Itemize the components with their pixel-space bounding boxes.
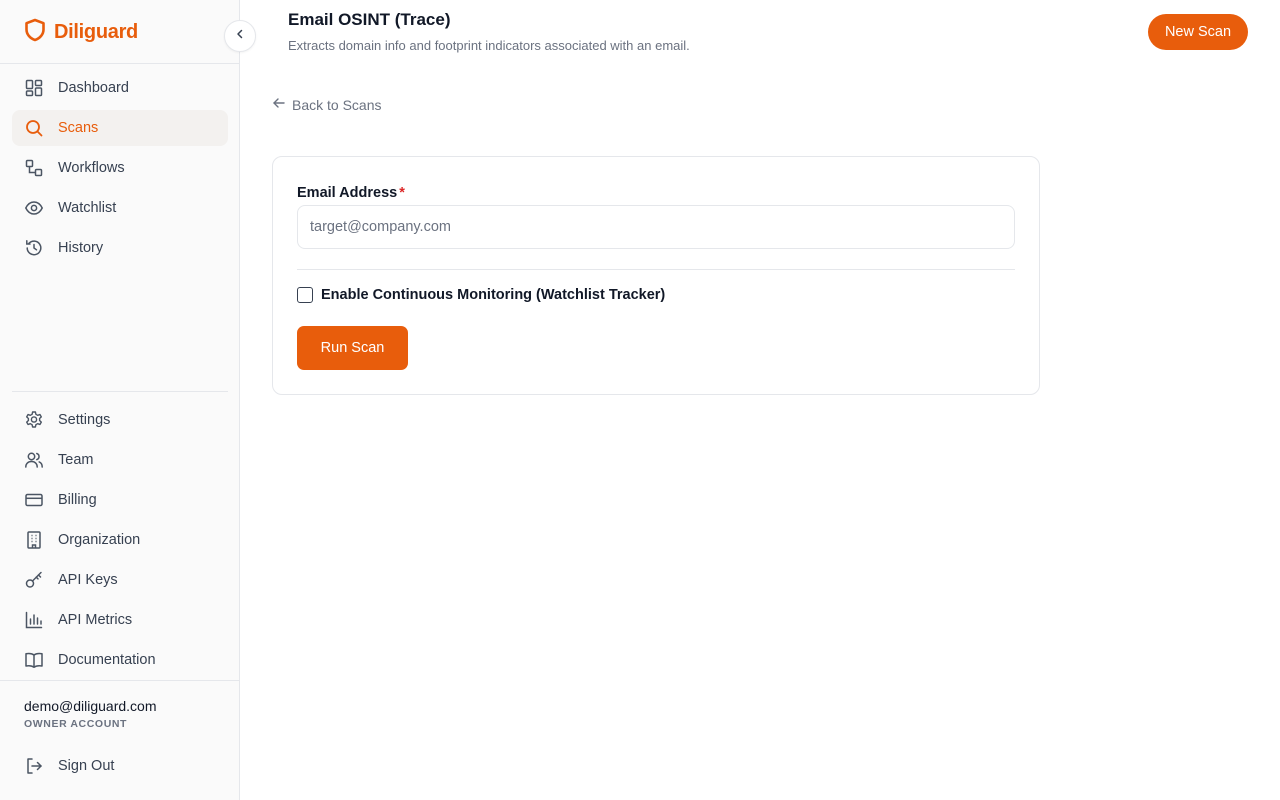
bar-chart-icon	[24, 610, 44, 630]
arrow-left-icon	[272, 96, 286, 113]
sidebar-item-label: Settings	[58, 412, 111, 428]
brand-divider	[0, 63, 239, 64]
account-divider	[0, 680, 239, 681]
sidebar-item-api-metrics[interactable]: API Metrics	[12, 602, 228, 638]
eye-icon	[24, 198, 44, 218]
sidebar-item-documentation[interactable]: Documentation	[12, 642, 228, 678]
sidebar-item-dashboard[interactable]: Dashboard	[12, 70, 228, 106]
back-to-scans-link[interactable]: Back to Scans	[272, 96, 382, 113]
monitoring-checkbox[interactable]	[297, 287, 313, 303]
monitoring-checkbox-label[interactable]: Enable Continuous Monitoring (Watchlist …	[321, 287, 665, 303]
sidebar-item-label: History	[58, 240, 104, 256]
account-role: OWNER ACCOUNT	[24, 718, 128, 730]
sidebar-item-label: Watchlist	[58, 200, 117, 216]
page-subtitle: Extracts domain info and footprint indic…	[288, 38, 690, 53]
collapse-sidebar-button[interactable]	[224, 20, 256, 52]
sidebar-item-label: Team	[58, 452, 94, 468]
sidebar-item-api-keys[interactable]: API Keys	[12, 562, 228, 598]
sidebar-item-label: Dashboard	[58, 80, 129, 96]
sidebar-item-label: Workflows	[58, 160, 125, 176]
bottom-nav: Settings Team Billing Organization API K…	[12, 402, 228, 682]
sign-out-button[interactable]: Sign Out	[12, 748, 228, 784]
sidebar-item-watchlist[interactable]: Watchlist	[12, 190, 228, 226]
gear-icon	[24, 410, 44, 430]
scan-form-card: Email Address* Enable Continuous Monitor…	[272, 156, 1040, 395]
sidebar-item-scans[interactable]: Scans	[12, 110, 228, 146]
brand-name: Diliguard	[54, 20, 138, 43]
sidebar-item-workflows[interactable]: Workflows	[12, 150, 228, 186]
dashboard-grid-icon	[24, 78, 44, 98]
sidebar-item-team[interactable]: Team	[12, 442, 228, 478]
logout-icon	[24, 756, 44, 776]
shield-icon	[24, 18, 46, 47]
workflow-icon	[24, 158, 44, 178]
sidebar-item-history[interactable]: History	[12, 230, 228, 266]
credit-card-icon	[24, 490, 44, 510]
account-info: demo@diliguard.com OWNER ACCOUNT	[24, 698, 157, 730]
required-marker: *	[399, 185, 405, 201]
email-field[interactable]	[297, 205, 1015, 249]
chevron-left-icon	[234, 27, 246, 45]
building-icon	[24, 530, 44, 550]
brand-logo[interactable]: Diliguard	[24, 18, 138, 46]
sidebar-item-billing[interactable]: Billing	[12, 482, 228, 518]
sidebar-item-organization[interactable]: Organization	[12, 522, 228, 558]
key-icon	[24, 570, 44, 590]
sign-out-label: Sign Out	[58, 758, 115, 774]
sidebar-item-label: API Metrics	[58, 612, 133, 628]
sidebar-item-label: Billing	[58, 492, 97, 508]
new-scan-button[interactable]: New Scan	[1148, 14, 1248, 50]
users-icon	[24, 450, 44, 470]
sidebar: Diliguard Dashboard Scans Workflows Watc…	[0, 0, 240, 800]
search-icon	[24, 118, 44, 138]
history-icon	[24, 238, 44, 258]
main-nav: Dashboard Scans Workflows Watchlist Hist…	[12, 70, 228, 270]
form-divider	[297, 269, 1015, 270]
sidebar-item-label: Scans	[58, 120, 99, 136]
signout-container: Sign Out	[12, 748, 228, 788]
sidebar-item-label: Documentation	[58, 652, 156, 668]
page-title: Email OSINT (Trace)	[288, 10, 451, 29]
book-icon	[24, 650, 44, 670]
back-link-label: Back to Scans	[292, 96, 382, 113]
monitoring-option[interactable]: Enable Continuous Monitoring (Watchlist …	[297, 287, 665, 303]
account-email: demo@diliguard.com	[24, 698, 157, 714]
sidebar-item-label: Organization	[58, 532, 141, 548]
sidebar-item-settings[interactable]: Settings	[12, 402, 228, 438]
email-field-label: Email Address *	[297, 185, 405, 201]
nav-divider	[12, 391, 228, 392]
run-scan-button[interactable]: Run Scan	[297, 326, 408, 370]
sidebar-item-label: API Keys	[58, 572, 118, 588]
